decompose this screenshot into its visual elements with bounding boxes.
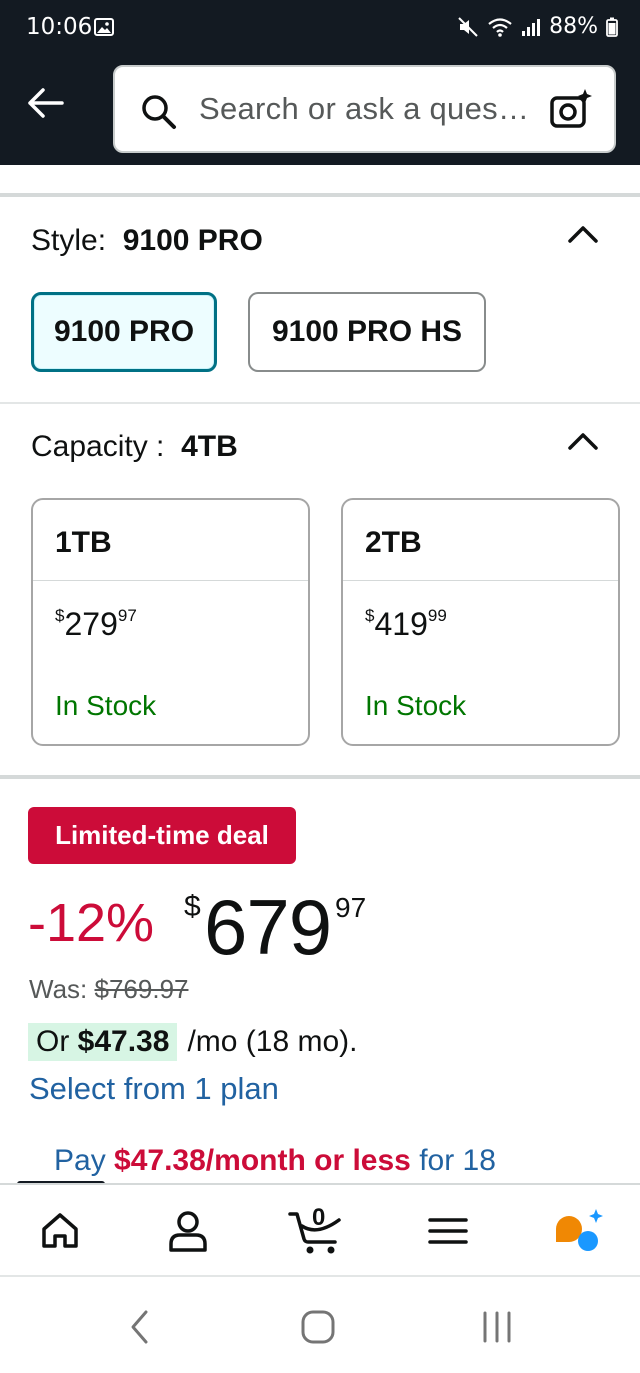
- pay-monthly-link[interactable]: Pay $47.38/month or less for 18: [54, 1144, 496, 1178]
- style-selected-value: 9100 PRO: [122, 224, 263, 257]
- nav-rufus-assistant[interactable]: [548, 1203, 608, 1259]
- capacity-option-2tb[interactable]: 2TB $41999 In Stock: [341, 498, 620, 746]
- limited-time-deal-badge: Limited-time deal: [28, 807, 296, 864]
- nav-account[interactable]: [158, 1203, 218, 1259]
- discount-percent: -12%: [28, 893, 155, 953]
- capacity-title: 1TB: [55, 526, 112, 559]
- capacity-option-1tb[interactable]: 1TB $27997 In Stock: [31, 498, 310, 746]
- capacity-title: 2TB: [365, 526, 422, 559]
- system-back-button[interactable]: [115, 1307, 165, 1347]
- home-icon: [42, 1213, 78, 1248]
- camera-search-icon[interactable]: [548, 87, 594, 133]
- price-whole: 679: [204, 883, 332, 971]
- menu-icon: [428, 1218, 468, 1244]
- monthly-payment-row: Or $47.38 /mo (18 mo).: [28, 1023, 357, 1061]
- back-arrow-icon: [28, 88, 64, 118]
- nav-home[interactable]: [30, 1203, 90, 1259]
- divider: [0, 193, 640, 197]
- home-circle-icon: [301, 1310, 335, 1344]
- select-plan-link[interactable]: Select from 1 plan: [29, 1071, 279, 1107]
- divider: [343, 580, 618, 581]
- search-placeholder[interactable]: Search or ask a ques…: [199, 91, 529, 127]
- back-icon: [131, 1310, 148, 1344]
- bottom-navigation: 0: [0, 1183, 640, 1277]
- price-currency: $: [184, 890, 201, 923]
- monthly-payment-pill: Or $47.38: [28, 1023, 178, 1061]
- search-icon: [142, 95, 176, 129]
- divider: [0, 402, 640, 404]
- system-navigation-bar: [0, 1279, 640, 1373]
- cart-count: 0: [312, 1204, 326, 1231]
- system-home-button[interactable]: [293, 1307, 343, 1347]
- style-option-9100-pro[interactable]: 9100 PRO: [31, 292, 217, 372]
- account-icon: [169, 1211, 207, 1252]
- divider: [0, 775, 640, 779]
- capacity-price: $27997: [55, 606, 137, 642]
- chevron-up-icon[interactable]: [566, 223, 600, 245]
- mute-icon: [458, 16, 478, 37]
- stock-status: In Stock: [365, 690, 467, 721]
- search-bar[interactable]: Search or ask a ques…: [113, 65, 616, 153]
- was-price-row: Was: $769.97: [29, 974, 189, 1004]
- style-option-9100-pro-hs[interactable]: 9100 PRO HS: [248, 292, 486, 372]
- app-header: Search or ask a ques…: [0, 56, 640, 165]
- status-bar: 10:06 88%: [0, 0, 640, 56]
- chevron-up-icon[interactable]: [566, 430, 600, 452]
- battery-percent: 88%: [549, 14, 598, 39]
- divider: [33, 580, 308, 581]
- recents-icon: [483, 1311, 511, 1343]
- stock-status: In Stock: [55, 690, 157, 721]
- wifi-icon: [488, 17, 512, 37]
- status-time: 10:06: [26, 14, 93, 40]
- battery-icon: [606, 17, 618, 37]
- system-recents-button[interactable]: [472, 1307, 522, 1347]
- back-button[interactable]: [20, 78, 70, 128]
- rufus-assistant-icon: [556, 1209, 603, 1251]
- capacity-selected-value: 4TB: [181, 430, 238, 463]
- image-icon: [94, 18, 114, 36]
- capacity-label: Capacity : 4TB: [31, 430, 238, 463]
- nav-menu[interactable]: [418, 1203, 478, 1259]
- style-label: Style: 9100 PRO: [31, 224, 263, 257]
- monthly-amount: $47.38: [77, 1025, 170, 1058]
- capacity-price: $41999: [365, 606, 447, 642]
- monthly-term: /mo (18 mo).: [187, 1025, 358, 1058]
- price-fraction: 97: [335, 892, 367, 923]
- signal-icon: [522, 18, 541, 36]
- was-price: $769.97: [94, 974, 189, 1004]
